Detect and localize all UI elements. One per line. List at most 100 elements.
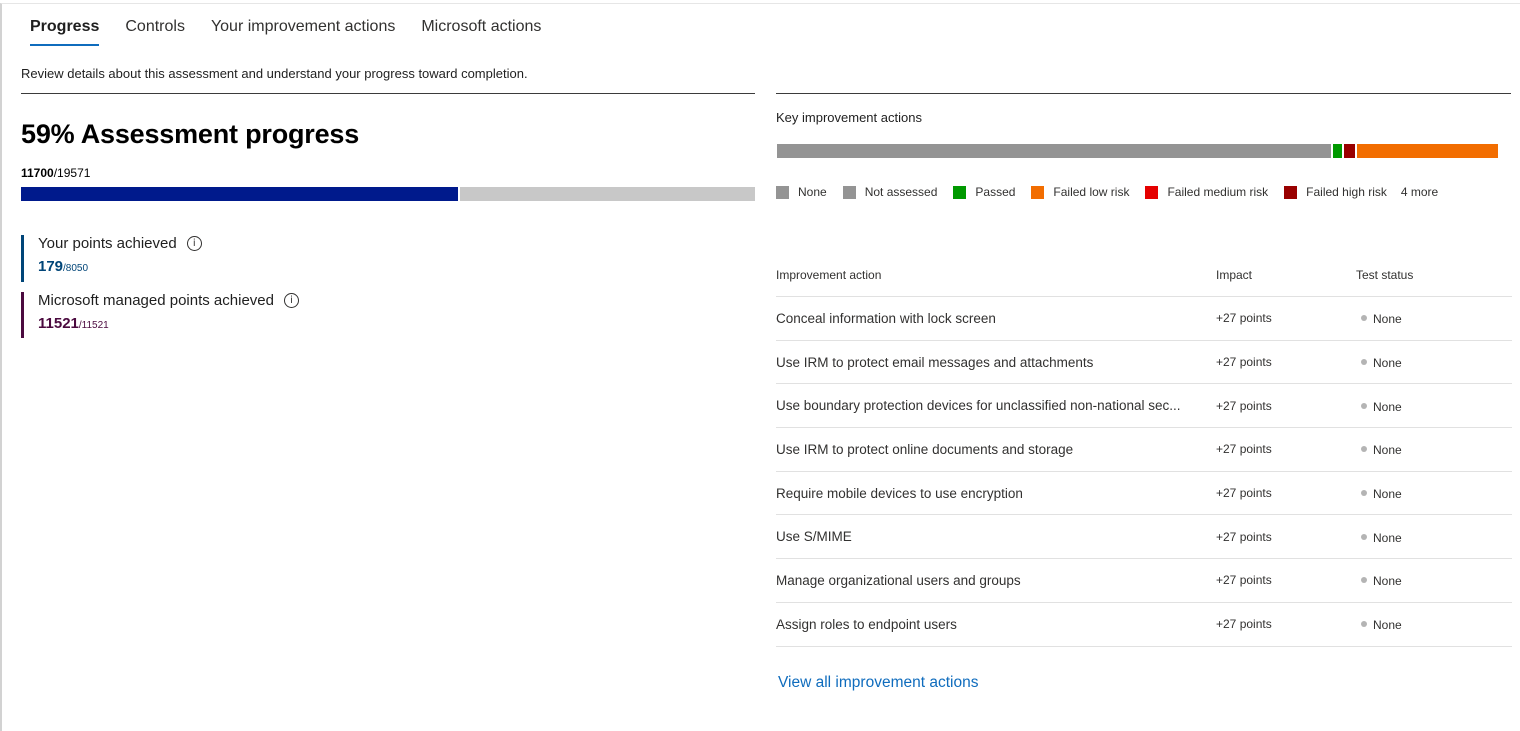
improvement-action-name[interactable]: Require mobile devices to use encryption	[776, 486, 1216, 501]
improvement-action-name[interactable]: Manage organizational users and groups	[776, 573, 1216, 588]
legend-item[interactable]: Failed medium risk	[1145, 185, 1268, 199]
legend-swatch	[1145, 185, 1159, 199]
table-row[interactable]: Assign roles to endpoint users +27 points…	[776, 603, 1512, 647]
stacked-bar-segment[interactable]	[1357, 144, 1498, 158]
impact-value: +27 points	[1216, 573, 1272, 588]
tab-your-improvement-actions[interactable]: Your improvement actions	[211, 16, 395, 46]
improvement-action-name[interactable]: Use S/MIME	[776, 529, 1216, 544]
tab-bar: Progress Controls Your improvement actio…	[30, 16, 567, 46]
table-row[interactable]: Use IRM to protect email messages and at…	[776, 341, 1512, 385]
impact-value: +27 points	[1216, 529, 1272, 544]
info-icon[interactable]: i	[283, 293, 299, 308]
legend-item[interactable]: Not assessed	[842, 185, 938, 199]
right-divider	[776, 93, 1511, 94]
table-row[interactable]: Use IRM to protect online documents and …	[776, 428, 1512, 472]
table-row[interactable]: Use S/MIME +27 points None	[776, 515, 1512, 560]
header-impact[interactable]: Impact	[1216, 268, 1356, 282]
improvement-action-name[interactable]: Use boundary protection devices for uncl…	[776, 398, 1216, 413]
header-test-status[interactable]: Test status	[1356, 268, 1512, 282]
test-status: None	[1356, 617, 1512, 633]
test-status-label: None	[1373, 618, 1402, 633]
status-dot-icon	[1361, 315, 1367, 322]
status-dot-icon	[1361, 621, 1367, 628]
legend-item[interactable]: None	[776, 185, 827, 199]
table-row[interactable]: Manage organizational users and groups +2…	[776, 559, 1512, 603]
legend-item[interactable]: Passed	[953, 185, 1015, 199]
assessment-progress-bar	[21, 187, 755, 201]
table-body: Conceal information with lock screen +27 …	[776, 297, 1512, 647]
legend-swatch	[1284, 185, 1298, 199]
tab-controls[interactable]: Controls	[125, 16, 185, 46]
legend-swatch	[842, 185, 856, 199]
header-improvement-action[interactable]: Improvement action	[776, 268, 1216, 282]
status-dot-icon	[1361, 533, 1367, 540]
test-status: None	[1356, 486, 1512, 501]
your-points-achieved: 179	[38, 258, 64, 275]
test-status-label: None	[1373, 399, 1402, 414]
microsoft-points-achieved: 11521	[38, 315, 79, 332]
microsoft-points-card: Microsoft managed points achieved i 1152…	[21, 292, 299, 338]
key-improvement-actions-title: Key improvement actions	[776, 110, 922, 125]
your-points-value: 179/8050	[38, 258, 202, 275]
test-status-label: None	[1373, 443, 1402, 458]
impact-value: +27 points	[1216, 486, 1272, 501]
impact-value: +27 points	[1216, 617, 1272, 632]
legend-swatch	[1031, 185, 1045, 199]
table-row[interactable]: Use boundary protection devices for uncl…	[776, 384, 1512, 429]
key-actions-stacked-bar	[777, 144, 1512, 158]
status-dot-icon	[1361, 446, 1367, 453]
test-status: None	[1356, 573, 1512, 589]
status-dot-icon	[1361, 577, 1367, 584]
improvement-actions-table: Improvement action Impact Test status Co…	[776, 254, 1512, 647]
impact-value: +27 points	[1216, 355, 1272, 370]
table-row[interactable]: Conceal information with lock screen +27 …	[776, 297, 1512, 341]
score-total: /19571	[53, 166, 91, 180]
stacked-bar-segment[interactable]	[1344, 144, 1355, 158]
improvement-action-name[interactable]: Assign roles to endpoint users	[776, 617, 1216, 632]
stacked-bar-segment[interactable]	[777, 144, 1331, 158]
improvement-action-name[interactable]: Use IRM to protect email messages and at…	[776, 355, 1216, 370]
your-points-label: Your points achieved	[38, 235, 177, 252]
legend-swatch	[776, 185, 789, 199]
test-status: None	[1356, 355, 1512, 370]
page-description: Review details about this assessment and…	[21, 66, 528, 81]
legend-label: Not assessed	[864, 185, 938, 199]
impact-value: +27 points	[1216, 398, 1272, 413]
test-status: None	[1356, 311, 1512, 327]
legend-label: Failed low risk	[1053, 185, 1130, 199]
test-status: None	[1356, 530, 1512, 545]
legend-swatch	[953, 185, 967, 199]
microsoft-points-total: /11521	[78, 320, 109, 331]
assessment-score: 11700/19571	[21, 166, 90, 180]
improvement-action-name[interactable]: Use IRM to protect online documents and …	[776, 442, 1216, 457]
test-status-label: None	[1373, 312, 1402, 327]
legend-label: None	[798, 185, 827, 199]
tab-microsoft-actions[interactable]: Microsoft actions	[421, 16, 541, 46]
table-row[interactable]: Require mobile devices to use encryption…	[776, 472, 1512, 516]
impact-value: +27 points	[1216, 442, 1272, 457]
your-points-card: Your points achieved i 179/8050	[21, 235, 202, 282]
stacked-bar-segment[interactable]	[1333, 144, 1342, 158]
tab-progress[interactable]: Progress	[30, 16, 100, 46]
info-icon[interactable]: i	[186, 236, 202, 251]
microsoft-points-label: Microsoft managed points achieved	[38, 292, 274, 309]
legend-label: Passed	[975, 185, 1016, 199]
legend-more-button[interactable]: 4 more	[1401, 185, 1438, 199]
table-header: Improvement action Impact Test status	[776, 254, 1512, 297]
legend-item[interactable]: Failed low risk	[1031, 185, 1129, 199]
left-divider	[21, 93, 755, 94]
test-status-label: None	[1373, 574, 1402, 589]
your-points-label-row: Your points achieved i	[38, 235, 202, 252]
assessment-progress-title: 59% Assessment progress	[21, 119, 360, 149]
key-actions-legend: None Not assessed Passed Failed low risk Fai…	[776, 185, 1438, 199]
view-all-improvement-actions-link[interactable]: View all improvement actions	[778, 674, 978, 692]
legend-item[interactable]: Failed high risk	[1284, 185, 1387, 199]
your-points-total: /8050	[63, 263, 89, 274]
assessment-progress-fill	[21, 187, 460, 201]
test-status: None	[1356, 442, 1512, 458]
test-status: None	[1356, 399, 1512, 414]
test-status-label: None	[1373, 530, 1402, 545]
status-dot-icon	[1361, 490, 1367, 497]
impact-value: +27 points	[1216, 311, 1272, 326]
improvement-action-name[interactable]: Conceal information with lock screen	[776, 311, 1216, 326]
